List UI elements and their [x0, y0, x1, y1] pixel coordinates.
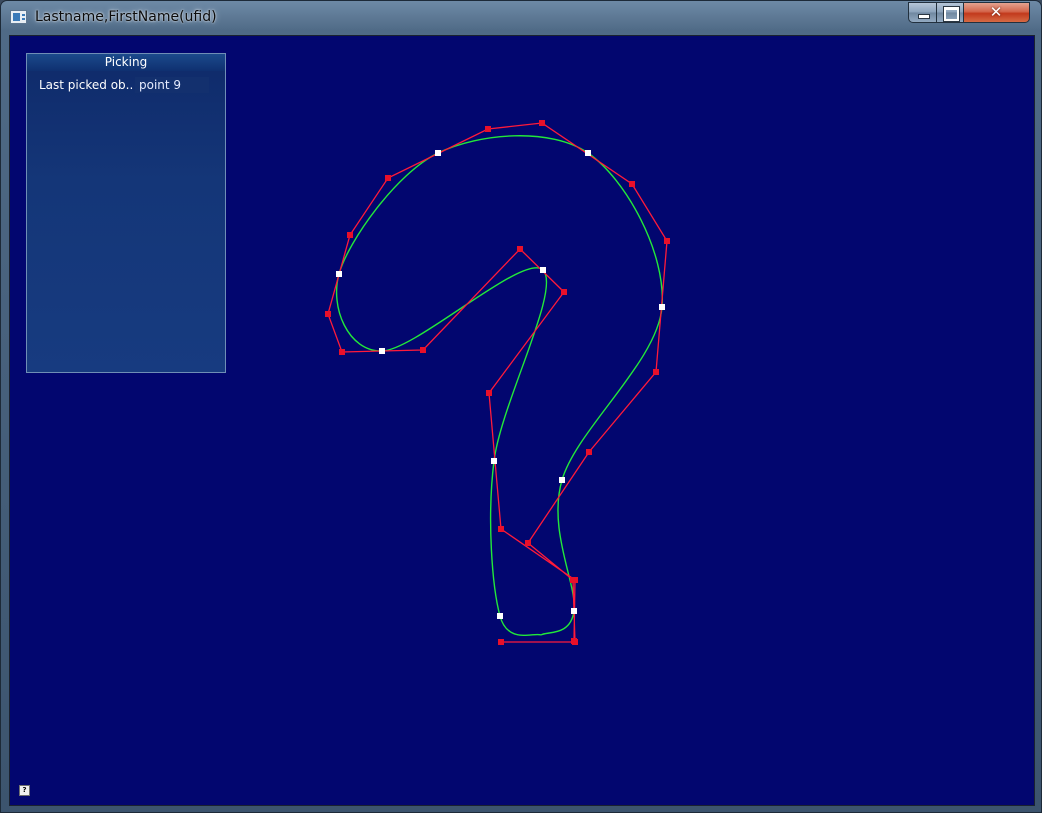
control-point[interactable] — [347, 232, 353, 238]
close-icon: ✕ — [989, 3, 1003, 21]
close-button[interactable]: ✕ — [964, 2, 1030, 23]
control-point[interactable] — [325, 311, 331, 317]
control-point[interactable] — [572, 577, 578, 583]
junction-point[interactable] — [497, 613, 503, 619]
title-bar[interactable]: Lastname,FirstName(ufid) ✕ — [1, 1, 1041, 35]
window-title: Lastname,FirstName(ufid) — [35, 9, 217, 25]
control-point[interactable] — [517, 246, 523, 252]
maximize-icon — [943, 6, 960, 22]
control-point[interactable] — [525, 540, 531, 546]
minimize-button[interactable] — [908, 2, 937, 23]
control-point[interactable] — [586, 449, 592, 455]
junction-point[interactable] — [559, 477, 565, 483]
control-point[interactable] — [539, 120, 545, 126]
control-point[interactable] — [629, 181, 635, 187]
junction-point[interactable] — [571, 608, 577, 614]
control-point[interactable] — [498, 526, 504, 532]
control-point[interactable] — [385, 175, 391, 181]
app-icon[interactable] — [10, 10, 27, 24]
junction-point[interactable] — [336, 271, 342, 277]
junction-point[interactable] — [491, 458, 497, 464]
picking-panel-title[interactable]: Picking — [27, 54, 225, 71]
bspline-curve — [335, 135, 663, 637]
minimize-icon — [918, 14, 930, 19]
control-point[interactable] — [561, 289, 567, 295]
last-picked-row: Last picked ob.. point 9 — [39, 77, 211, 93]
application-window: Lastname,FirstName(ufid) ✕ Picking Last … — [0, 0, 1042, 813]
control-point[interactable] — [498, 639, 504, 645]
last-picked-value[interactable]: point 9 — [135, 77, 209, 93]
control-point[interactable] — [653, 369, 659, 375]
control-point[interactable] — [571, 638, 577, 644]
maximize-button[interactable] — [937, 2, 964, 23]
help-icon[interactable]: ? — [19, 785, 30, 796]
junction-point[interactable] — [540, 267, 546, 273]
control-point[interactable] — [486, 390, 492, 396]
control-point[interactable] — [664, 238, 670, 244]
junction-point[interactable] — [659, 304, 665, 310]
control-point[interactable] — [339, 349, 345, 355]
control-polygon — [327, 122, 668, 643]
junction-point[interactable] — [435, 150, 441, 156]
window-controls: ✕ — [908, 2, 1030, 23]
junction-point[interactable] — [379, 348, 385, 354]
render-viewport[interactable]: Picking Last picked ob.. point 9 ? — [9, 35, 1035, 806]
junction-point[interactable] — [585, 150, 591, 156]
picking-panel: Picking Last picked ob.. point 9 — [26, 53, 226, 373]
control-point[interactable] — [420, 347, 426, 353]
junction-points — [336, 150, 665, 619]
last-picked-label: Last picked ob.. — [39, 78, 134, 92]
control-point[interactable] — [485, 126, 491, 132]
